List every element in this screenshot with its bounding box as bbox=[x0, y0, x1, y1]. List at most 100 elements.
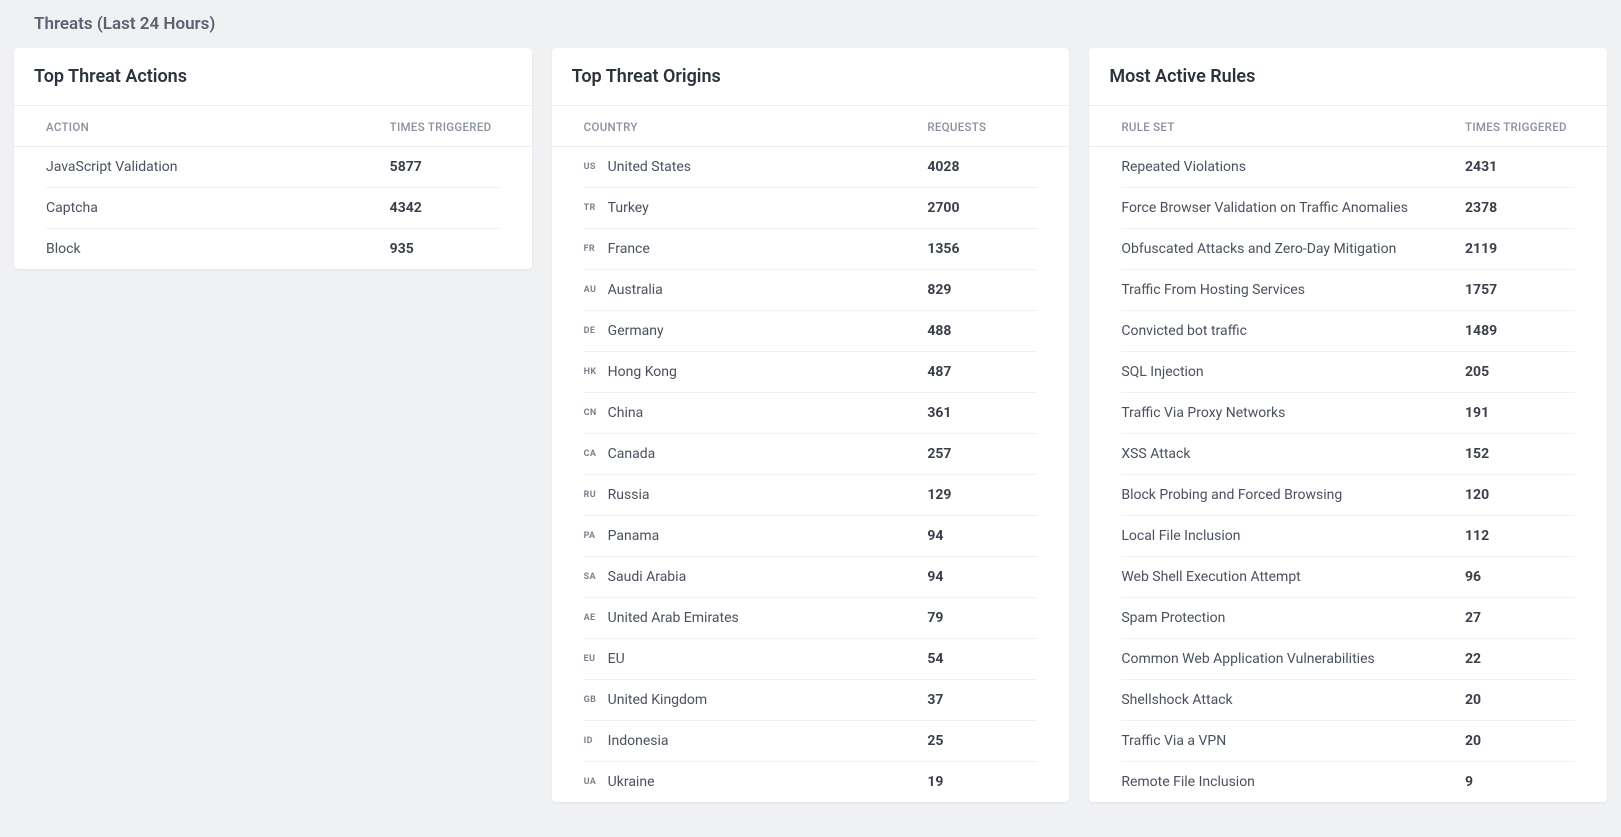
country-code: TR bbox=[584, 203, 602, 213]
table-row[interactable]: TRTurkey2700 bbox=[584, 188, 1038, 229]
country-name: Hong Kong bbox=[608, 364, 677, 380]
cards-row: Top Threat Actions ACTION TIMES TRIGGERE… bbox=[0, 48, 1621, 802]
cell-label: GBUnited Kingdom bbox=[584, 692, 928, 708]
col-action: ACTION bbox=[46, 120, 390, 134]
cell-value: 22 bbox=[1465, 651, 1575, 667]
table-row[interactable]: Traffic Via a VPN20 bbox=[1121, 721, 1575, 762]
cell-label: RU Russia bbox=[584, 487, 928, 503]
cell-value: 120 bbox=[1465, 487, 1575, 503]
country-code: FR bbox=[584, 244, 602, 254]
table-row[interactable]: RURussia129 bbox=[584, 475, 1038, 516]
cell-label: Block Probing and Forced Browsing bbox=[1121, 487, 1465, 503]
cell-value: 54 bbox=[927, 651, 1037, 667]
table-row[interactable]: CACanada257 bbox=[584, 434, 1038, 475]
country-name: Germany bbox=[608, 323, 664, 339]
table-row[interactable]: IDIndonesia25 bbox=[584, 721, 1038, 762]
table-row[interactable]: GBUnited Kingdom37 bbox=[584, 680, 1038, 721]
cell-label: Traffic Via Proxy Networks bbox=[1121, 405, 1465, 421]
table-row[interactable]: Web Shell Execution Attempt96 bbox=[1121, 557, 1575, 598]
country-name: Russia bbox=[608, 487, 650, 503]
table-row[interactable]: Traffic From Hosting Services1757 bbox=[1121, 270, 1575, 311]
country-code: EU bbox=[584, 654, 602, 664]
cell-label: Captcha bbox=[46, 200, 390, 216]
table-row[interactable]: Spam Protection27 bbox=[1121, 598, 1575, 639]
table-row[interactable]: SASaudi Arabia94 bbox=[584, 557, 1038, 598]
table-row[interactable]: UAUkraine19 bbox=[584, 762, 1038, 802]
table-row[interactable]: Block935 bbox=[46, 229, 500, 269]
country-name: United States bbox=[608, 159, 691, 175]
country-code: RU bbox=[584, 490, 602, 500]
cell-value: 94 bbox=[927, 569, 1037, 585]
table-row[interactable]: Shellshock Attack20 bbox=[1121, 680, 1575, 721]
table-head-rules: RULE SET TIMES TRIGGERED bbox=[1089, 106, 1607, 147]
cell-value: 25 bbox=[927, 733, 1037, 749]
table-row[interactable]: DEGermany488 bbox=[584, 311, 1038, 352]
cell-value: 191 bbox=[1465, 405, 1575, 421]
cell-label: Common Web Application Vulnerabilities bbox=[1121, 651, 1465, 667]
country-name: Indonesia bbox=[608, 733, 669, 749]
table-head-origins: COUNTRY REQUESTS bbox=[552, 106, 1070, 147]
country-name: China bbox=[608, 405, 644, 421]
table-row[interactable]: HKHong Kong487 bbox=[584, 352, 1038, 393]
cell-value: 205 bbox=[1465, 364, 1575, 380]
cell-value: 94 bbox=[927, 528, 1037, 544]
table-row[interactable]: Common Web Application Vulnerabilities22 bbox=[1121, 639, 1575, 680]
cell-value: 152 bbox=[1465, 446, 1575, 462]
cell-label: AU Australia bbox=[584, 282, 928, 298]
cell-label: JavaScript Validation bbox=[46, 159, 390, 175]
cell-value: 79 bbox=[927, 610, 1037, 626]
table-row[interactable]: USUnited States4028 bbox=[584, 147, 1038, 188]
cell-label: EUEU bbox=[584, 651, 928, 667]
table-row[interactable]: Captcha4342 bbox=[46, 188, 500, 229]
card-title-rules: Most Active Rules bbox=[1089, 48, 1607, 106]
cell-value: 1489 bbox=[1465, 323, 1575, 339]
col-rule-set: RULE SET bbox=[1121, 120, 1465, 134]
table-row[interactable]: AEUnited Arab Emirates79 bbox=[584, 598, 1038, 639]
country-code: CA bbox=[584, 449, 602, 459]
cell-value: 2431 bbox=[1465, 159, 1575, 175]
col-country: COUNTRY bbox=[584, 120, 928, 134]
table-row[interactable]: AUAustralia829 bbox=[584, 270, 1038, 311]
cell-value: 19 bbox=[927, 774, 1037, 790]
table-body-actions: JavaScript Validation5877Captcha4342Bloc… bbox=[14, 147, 532, 269]
cell-label: Obfuscated Attacks and Zero-Day Mitigati… bbox=[1121, 241, 1465, 257]
cell-value: 4342 bbox=[390, 200, 500, 216]
country-code: PA bbox=[584, 531, 602, 541]
cell-value: 27 bbox=[1465, 610, 1575, 626]
table-row[interactable]: Local File Inclusion112 bbox=[1121, 516, 1575, 557]
country-name: United Arab Emirates bbox=[608, 610, 739, 626]
table-row[interactable]: XSS Attack152 bbox=[1121, 434, 1575, 475]
table-row[interactable]: SQL Injection205 bbox=[1121, 352, 1575, 393]
table-row[interactable]: Obfuscated Attacks and Zero-Day Mitigati… bbox=[1121, 229, 1575, 270]
table-row[interactable]: FRFrance1356 bbox=[584, 229, 1038, 270]
table-row[interactable]: Block Probing and Forced Browsing120 bbox=[1121, 475, 1575, 516]
country-code: SA bbox=[584, 572, 602, 582]
card-actions: Top Threat Actions ACTION TIMES TRIGGERE… bbox=[14, 48, 532, 269]
country-name: Canada bbox=[608, 446, 656, 462]
cell-value: 2700 bbox=[927, 200, 1037, 216]
cell-label: UAUkraine bbox=[584, 774, 928, 790]
cell-label: TRTurkey bbox=[584, 200, 928, 216]
cell-label: DEGermany bbox=[584, 323, 928, 339]
cell-label: SASaudi Arabia bbox=[584, 569, 928, 585]
cell-label: CA Canada bbox=[584, 446, 928, 462]
table-body-rules: Repeated Violations2431Force Browser Val… bbox=[1089, 147, 1607, 802]
col-times-triggered: TIMES TRIGGERED bbox=[1465, 120, 1575, 134]
cell-label: Web Shell Execution Attempt bbox=[1121, 569, 1465, 585]
cell-value: 488 bbox=[927, 323, 1037, 339]
table-row[interactable]: Repeated Violations2431 bbox=[1121, 147, 1575, 188]
table-row[interactable]: Convicted bot traffic1489 bbox=[1121, 311, 1575, 352]
table-row[interactable]: Traffic Via Proxy Networks191 bbox=[1121, 393, 1575, 434]
cell-label: Traffic From Hosting Services bbox=[1121, 282, 1465, 298]
country-name: Australia bbox=[608, 282, 663, 298]
table-row[interactable]: Force Browser Validation on Traffic Anom… bbox=[1121, 188, 1575, 229]
table-row[interactable]: Remote File Inclusion9 bbox=[1121, 762, 1575, 802]
country-code: AU bbox=[584, 285, 602, 295]
table-row[interactable]: PAPanama94 bbox=[584, 516, 1038, 557]
table-head-actions: ACTION TIMES TRIGGERED bbox=[14, 106, 532, 147]
cell-label: HKHong Kong bbox=[584, 364, 928, 380]
table-row[interactable]: JavaScript Validation5877 bbox=[46, 147, 500, 188]
card-origins: Top Threat Origins COUNTRY REQUESTS USUn… bbox=[552, 48, 1070, 802]
table-row[interactable]: CNChina361 bbox=[584, 393, 1038, 434]
table-row[interactable]: EUEU54 bbox=[584, 639, 1038, 680]
